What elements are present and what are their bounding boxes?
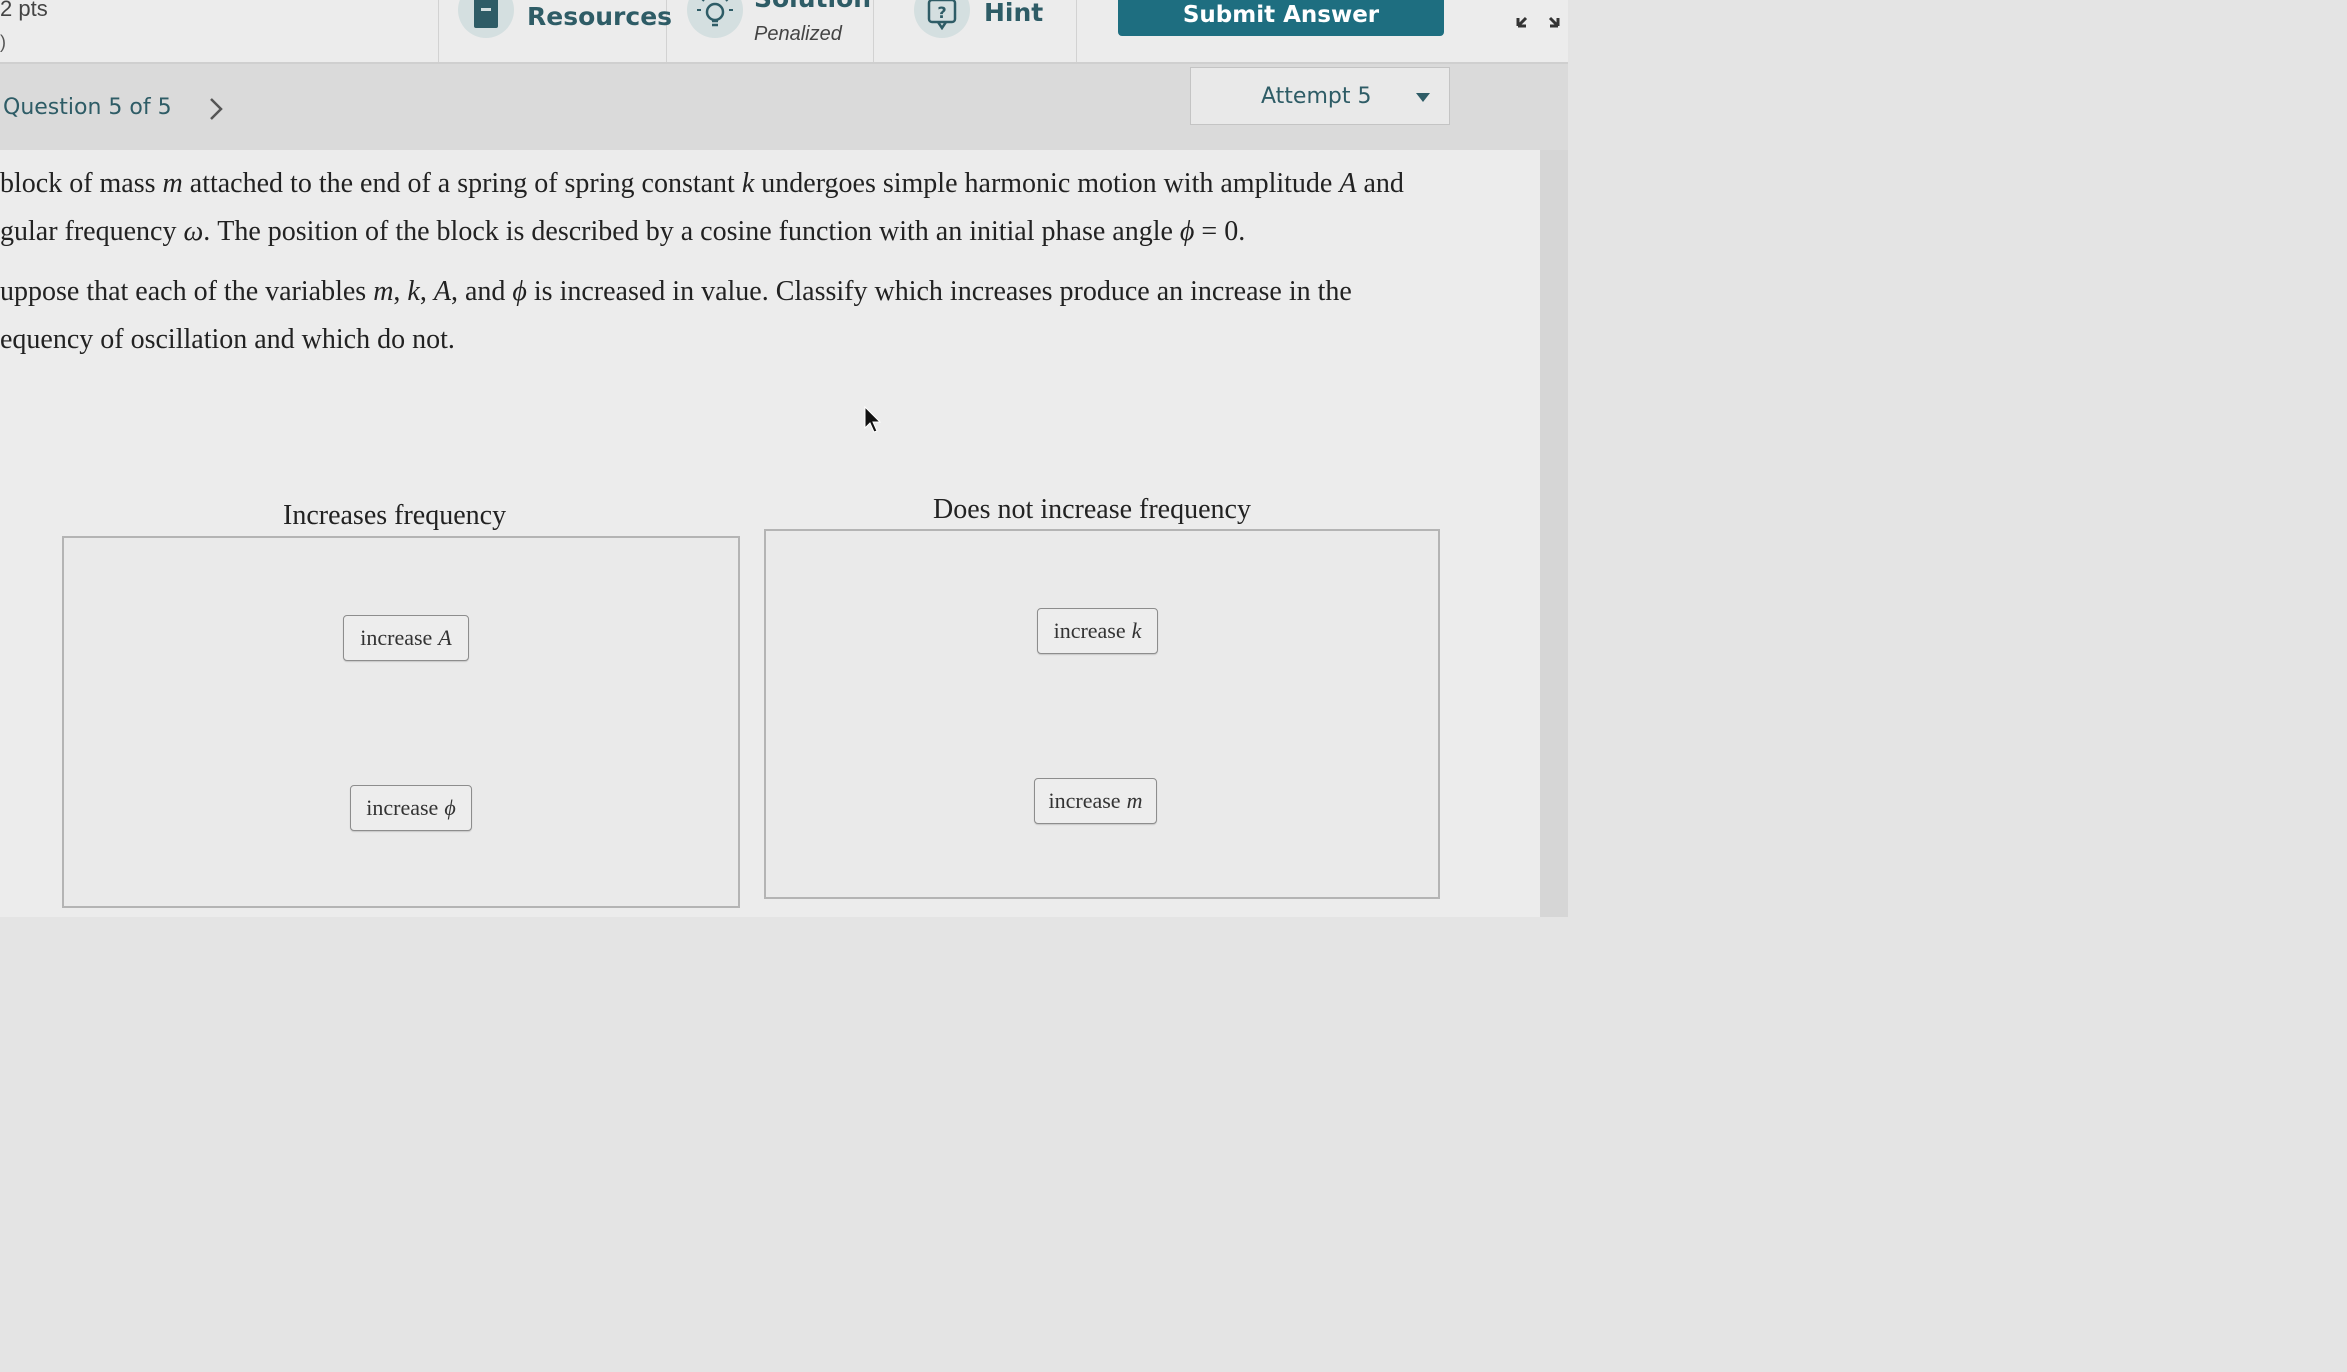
- solution-button[interactable]: Solution Penalized: [667, 0, 873, 62]
- question-number: Question 5 of 5: [3, 95, 172, 120]
- increase-A-chip[interactable]: increase A: [343, 615, 469, 661]
- hint-button[interactable]: ? Hint: [874, 0, 1076, 62]
- problem-text-line-2: gular frequency ω. The position of the b…: [0, 216, 1246, 247]
- problem-text-line-1: block of mass m attached to the end of a…: [0, 168, 1404, 199]
- toolbar-divider: [1076, 0, 1077, 62]
- hint-label: Hint: [984, 0, 1044, 27]
- book-icon: [458, 0, 514, 38]
- attempt-label: Attempt 5: [1261, 84, 1372, 109]
- points-label: 2 pts: [0, 0, 48, 21]
- expand-icon[interactable]: [1516, 6, 1560, 37]
- chevron-right-icon[interactable]: [206, 96, 226, 127]
- toolbar-divider: [438, 0, 439, 62]
- svg-text:?: ?: [937, 3, 946, 22]
- solution-label: Solution: [754, 0, 871, 13]
- caret-down-icon: [1415, 91, 1431, 109]
- attempt-dropdown[interactable]: Attempt 5: [1190, 67, 1450, 125]
- does-not-increase-frequency-title: Does not increase frequency: [933, 494, 1251, 525]
- increase-phi-chip[interactable]: increase ϕ: [350, 785, 472, 831]
- lightbulb-icon: [687, 0, 743, 38]
- increases-frequency-dropzone[interactable]: [62, 536, 740, 908]
- mouse-cursor-icon: [864, 405, 882, 439]
- submit-answer-button[interactable]: Submit Answer: [1118, 0, 1444, 36]
- problem-text-line-4: equency of oscillation and which do not.: [0, 324, 455, 355]
- resources-button[interactable]: Resources: [440, 0, 672, 62]
- increase-k-chip[interactable]: increase k: [1037, 608, 1158, 654]
- points-sub: ): [0, 32, 6, 52]
- panel-edge: [1540, 150, 1568, 917]
- question-bubble-icon: ?: [914, 0, 970, 38]
- does-not-increase-frequency-dropzone[interactable]: [764, 529, 1440, 899]
- resources-label: Resources: [527, 2, 673, 31]
- increase-m-chip[interactable]: increase m: [1034, 778, 1157, 824]
- solution-penalized-note: Penalized: [754, 23, 842, 45]
- increases-frequency-title: Increases frequency: [283, 500, 507, 531]
- toolbar: 2 pts ) Resources Solution: [0, 0, 1568, 64]
- problem-text-line-3: uppose that each of the variables m, k, …: [0, 276, 1352, 307]
